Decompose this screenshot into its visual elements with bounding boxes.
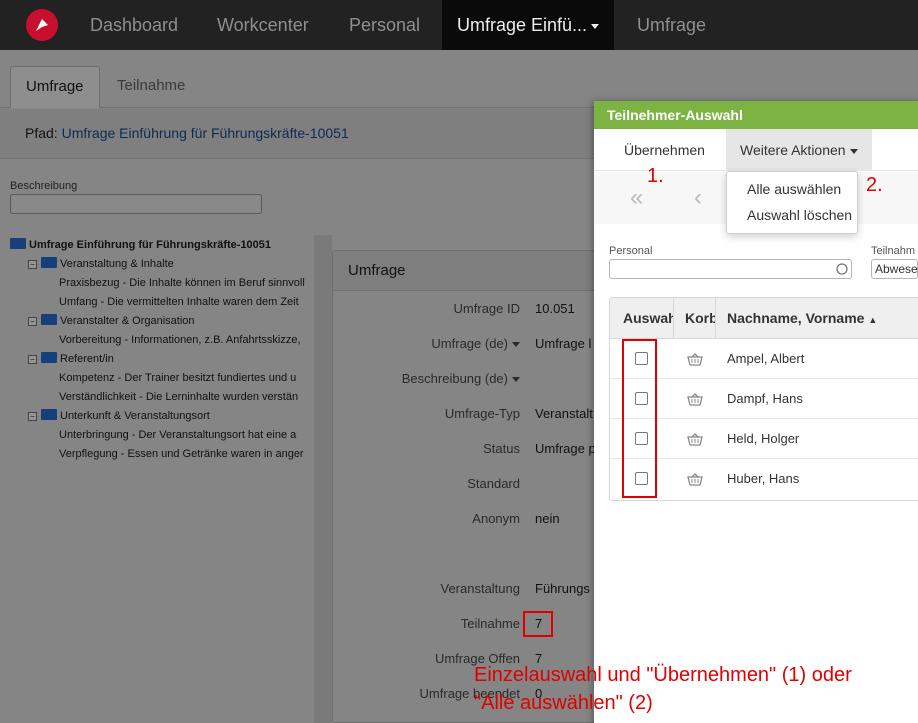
nav-umfrage-einfuehrung[interactable]: Umfrage Einfü... — [442, 0, 615, 50]
nav-umfrage[interactable]: Umfrage — [637, 0, 706, 50]
menu-select-all[interactable]: Alle auswählen — [747, 181, 841, 197]
tree-group[interactable]: − Referent/in — [8, 350, 312, 369]
field-value: nein — [535, 511, 560, 526]
teilnahme-filter-select[interactable]: Abwese — [871, 259, 918, 279]
tree-group-label: Referent/in — [60, 353, 114, 365]
search-icon[interactable] — [836, 263, 848, 275]
field-value: Veranstalt — [535, 406, 593, 421]
field-label: Veranstaltung — [440, 581, 520, 596]
chevron-down-icon — [512, 342, 520, 348]
nav-dashboard[interactable]: Dashboard — [90, 0, 178, 50]
field-label: Teilnahme — [460, 616, 520, 631]
participant-name: Held, Holger — [727, 431, 800, 446]
folder-icon — [41, 257, 57, 268]
sort-asc-icon: ▲ — [868, 315, 878, 325]
field-label: Standard — [467, 476, 520, 491]
column-divider — [715, 298, 716, 339]
nav-personal[interactable]: Personal — [349, 0, 420, 50]
nav-umfrage-einfuehrung-label: Umfrage Einfü... — [457, 15, 588, 35]
field-label[interactable]: Beschreibung (de) — [0, 371, 520, 386]
tab-umfrage[interactable]: Umfrage — [10, 66, 100, 108]
tree-group-label: Veranstalter & Organisation — [60, 315, 195, 327]
personal-filter-input[interactable] — [609, 259, 852, 279]
step1-marker: 1. — [647, 165, 664, 187]
field-value: Umfrage p — [535, 441, 596, 456]
field-label: Umfrage ID — [453, 301, 520, 316]
participant-name: Huber, Hans — [727, 471, 800, 486]
instruction-note: Einzelauswahl und "Übernehmen" (1) oder … — [474, 661, 918, 717]
column-divider — [673, 298, 674, 339]
collapse-icon[interactable]: − — [28, 260, 37, 269]
col-header-auswahl[interactable]: Auswahl — [623, 298, 673, 339]
nav-workcenter[interactable]: Workcenter — [217, 0, 309, 50]
tree-group[interactable]: − Veranstaltung & Inhalte — [8, 255, 312, 274]
instruction-line-2: "Alle auswählen" (2) — [474, 692, 653, 714]
col-header-korb[interactable]: Korb — [685, 298, 715, 339]
prev-page-icon[interactable]: ‹ — [694, 184, 702, 212]
instruction-line-1: Einzelauswahl und "Übernehmen" (1) oder — [474, 664, 852, 686]
dialog-title: Teilnehmer-Auswahl — [594, 101, 918, 129]
breadcrumb-link[interactable]: Umfrage Einführung für Führungskräfte-10… — [62, 125, 349, 141]
field-value: 10.051 — [535, 301, 575, 316]
field-label-text: Beschreibung (de) — [401, 371, 508, 386]
field-label: Umfrage beendet — [419, 686, 520, 701]
chevron-down-icon — [591, 23, 600, 29]
more-actions-menu: Alle auswählen Auswahl löschen — [726, 171, 858, 234]
tree-item[interactable]: Verständlichkeit - Die Lerninhalte wurde… — [8, 388, 312, 407]
basket-icon[interactable] — [687, 353, 703, 366]
panel-title: Umfrage — [333, 251, 631, 291]
description-label: Beschreibung — [10, 180, 78, 192]
field-label[interactable]: Umfrage (de) — [0, 336, 520, 351]
logo-icon — [36, 19, 48, 31]
folder-icon — [41, 352, 57, 363]
personal-filter-label: Personal — [609, 245, 653, 257]
tab-bar: Umfrage Teilnahme — [0, 50, 918, 108]
top-navbar: Dashboard Workcenter Personal Umfrage Ei… — [0, 0, 918, 50]
app-logo[interactable] — [26, 9, 58, 41]
tree-item[interactable]: Praxisbezug - Die Inhalte können im Beru… — [8, 274, 312, 293]
field-label: Umfrage-Typ — [444, 406, 520, 421]
tree-root-label: Umfrage Einführung für Führungskräfte-10… — [29, 239, 272, 251]
field-label: Status — [483, 441, 520, 456]
chevron-down-icon — [849, 148, 858, 154]
tab-teilnahme[interactable]: Teilnahme — [102, 66, 200, 108]
checkbox-column-highlight — [622, 339, 657, 498]
col-header-name[interactable]: Nachname, Vorname ▲ — [727, 298, 918, 339]
participant-name: Dampf, Hans — [727, 391, 803, 406]
more-actions-button[interactable]: Weitere Aktionen — [726, 129, 872, 171]
chevron-down-icon — [512, 377, 520, 383]
breadcrumb-label: Pfad: — [25, 125, 58, 141]
basket-icon[interactable] — [687, 433, 703, 446]
field-label: Umfrage Offen — [434, 651, 520, 666]
basket-icon[interactable] — [687, 393, 703, 406]
field-label-text: Umfrage (de) — [431, 336, 508, 351]
menu-clear-selection[interactable]: Auswahl löschen — [747, 207, 852, 223]
field-value: Umfrage l — [535, 336, 592, 351]
first-page-icon[interactable]: « — [630, 184, 643, 212]
col-header-name-label: Nachname, Vorname — [727, 310, 865, 326]
basket-icon[interactable] — [687, 473, 703, 486]
teilnahme-filter-label: Teilnahm — [871, 245, 916, 257]
field-value: Führungs — [535, 581, 590, 596]
participant-name: Ampel, Albert — [727, 351, 805, 366]
folder-icon — [10, 238, 26, 249]
description-input[interactable] — [10, 194, 262, 214]
tree-group-label: Veranstaltung & Inhalte — [60, 258, 174, 270]
grid-header: Auswahl Korb Nachname, Vorname ▲ — [610, 298, 918, 339]
teilnahme-highlight — [523, 611, 553, 637]
step2-marker: 2. — [866, 174, 883, 196]
dialog-toolbar: Übernehmen Weitere Aktionen — [594, 129, 918, 171]
more-actions-label: Weitere Aktionen — [740, 142, 846, 158]
tree-root[interactable]: Umfrage Einführung für Führungskräfte-10… — [8, 236, 312, 255]
collapse-icon[interactable]: − — [28, 317, 37, 326]
collapse-icon[interactable]: − — [28, 355, 37, 364]
apply-button[interactable]: Übernehmen — [610, 129, 719, 171]
field-label: Anonym — [472, 511, 520, 526]
